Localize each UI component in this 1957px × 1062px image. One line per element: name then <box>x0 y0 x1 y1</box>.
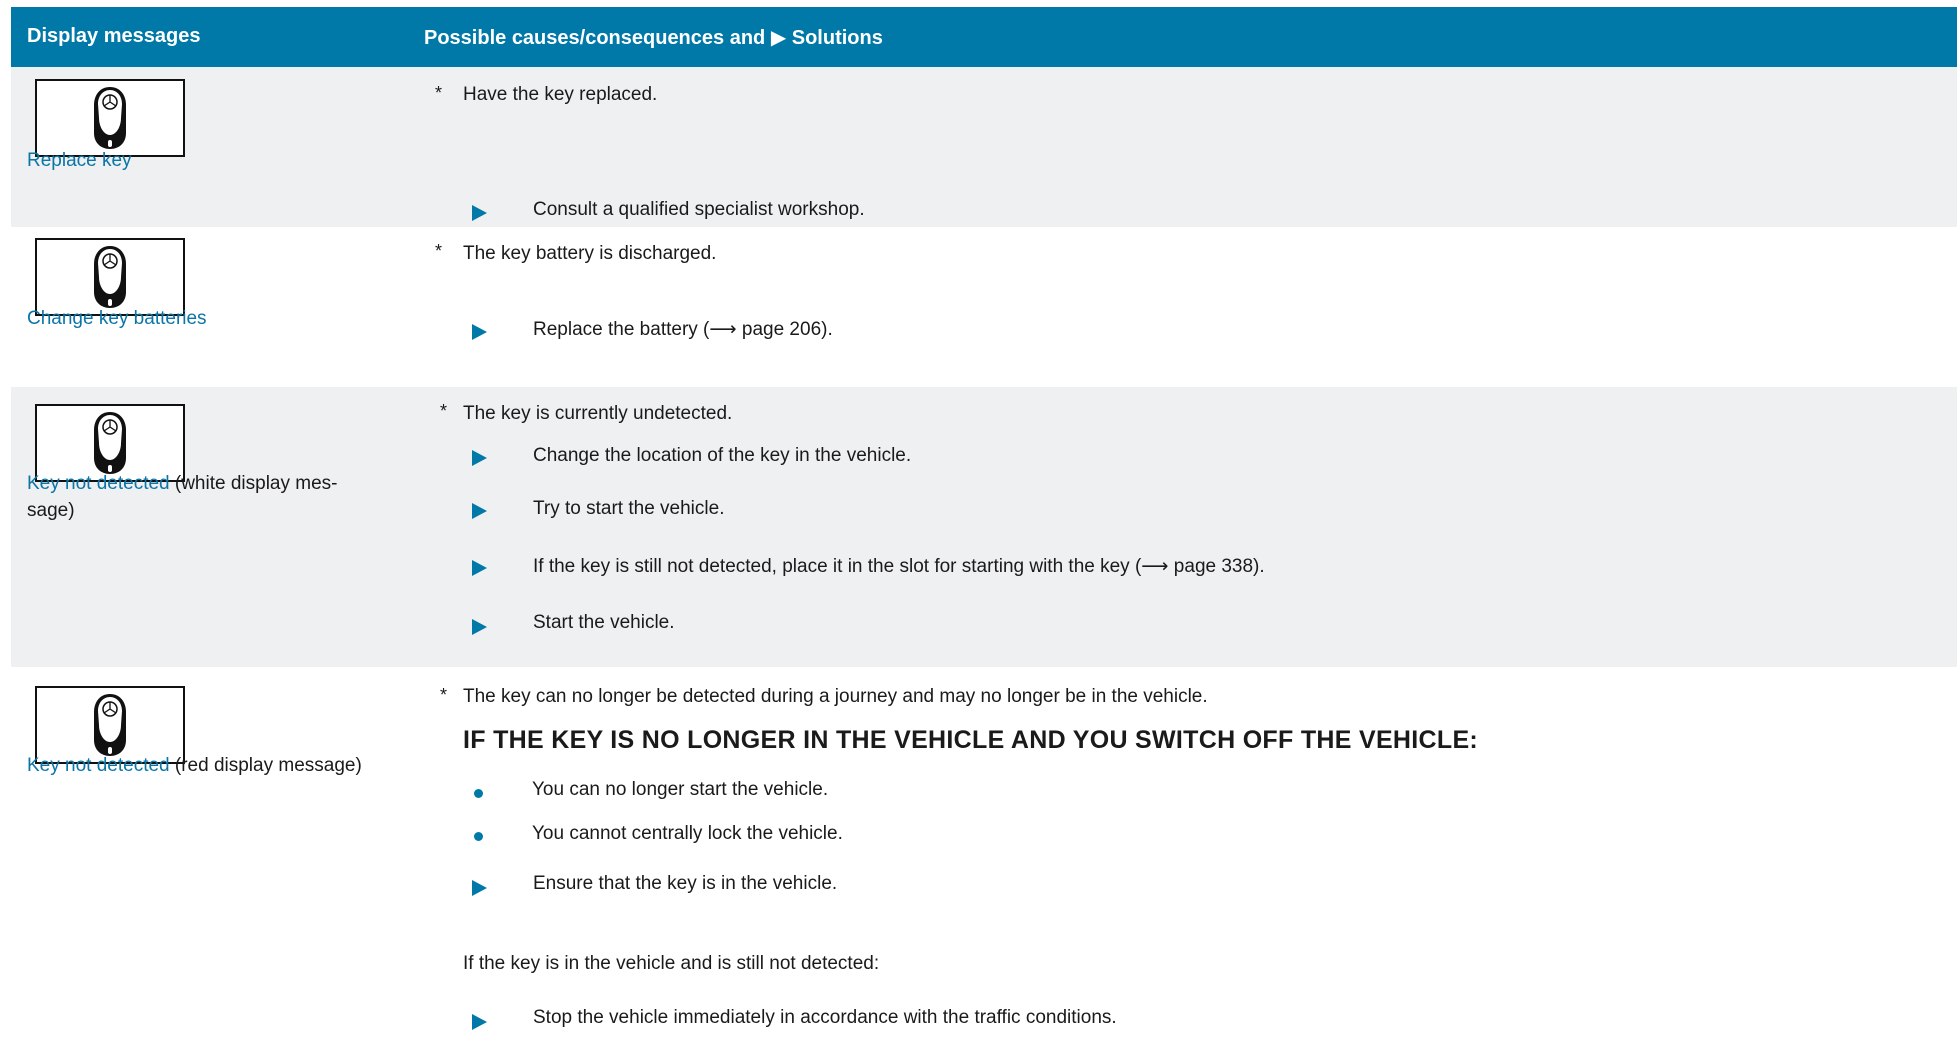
asterisk-marker: * <box>440 685 448 705</box>
note-text: If the key is in the vehicle and is stil… <box>463 953 880 974</box>
solution-text: Ensure that the key is in the vehicle. <box>533 873 838 894</box>
message-label: Key not detected (white display mes- sag… <box>27 470 387 524</box>
solution-text: Try to start the vehicle. <box>533 498 725 519</box>
triangle-right-icon <box>472 503 487 519</box>
triangle-right-icon <box>472 619 487 635</box>
car-key-icon <box>94 87 126 149</box>
car-key-icon <box>94 694 126 756</box>
message-label: Change key batteries <box>27 305 207 332</box>
solution-text: Stop the vehicle immediately in accordan… <box>533 1007 1117 1028</box>
consequence-text: You cannot centrally lock the vehicle. <box>532 823 843 844</box>
message-qualifier-cont: sage) <box>27 500 75 521</box>
consequence-text: You can no longer start the vehicle. <box>532 779 829 800</box>
car-key-icon <box>94 246 126 308</box>
table-row: Key not detected (white display mes- sag… <box>11 387 1957 667</box>
header-causes-solutions: Possible causes/consequences and ▶ Solut… <box>424 27 883 49</box>
solution-text: Replace the battery (⟶ page 206). <box>533 319 833 340</box>
display-icon-frame <box>35 79 185 157</box>
cause-text: The key is currently undetected. <box>463 403 733 424</box>
solution-text: Start the vehicle. <box>533 612 675 633</box>
car-key-icon <box>94 412 126 474</box>
message-qualifier: (white display mes- <box>169 473 338 494</box>
asterisk-marker: * <box>440 401 448 421</box>
warning-heading: IF THE KEY IS NO LONGER IN THE VEHICLE A… <box>463 726 1479 754</box>
table-row: Replace key * Have the key replaced. Con… <box>11 67 1957 227</box>
cause-text: The key battery is discharged. <box>463 243 717 264</box>
bullet-marker <box>474 832 483 841</box>
solution-text: If the key is still not detected, place … <box>533 556 1265 577</box>
display-messages-table: Display messages Possible causes/consequ… <box>11 7 1957 1062</box>
triangle-right-icon <box>472 880 487 896</box>
solution-text: Change the location of the key in the ve… <box>533 445 912 466</box>
bullet-marker <box>474 789 483 798</box>
message-qualifier: (red display message) <box>169 755 362 776</box>
cause-text: Have the key replaced. <box>463 84 658 105</box>
triangle-right-icon <box>472 1014 487 1030</box>
triangle-right-icon <box>472 560 487 576</box>
cause-text: The key can no longer be detected during… <box>463 686 1208 707</box>
solution-text: Consult a qualified specialist workshop. <box>533 199 865 220</box>
message-link[interactable]: Key not detected <box>27 473 170 494</box>
message-link[interactable]: Change key batteries <box>27 308 207 329</box>
message-link[interactable]: Key not detected <box>27 755 170 776</box>
triangle-right-icon <box>472 450 487 466</box>
table-row: Key not detected (red display message) *… <box>11 667 1957 1062</box>
message-label: Replace key <box>27 147 132 174</box>
message-link[interactable]: Replace key <box>27 150 132 171</box>
message-label: Key not detected (red display message) <box>27 752 407 779</box>
header-display-messages: Display messages <box>27 25 201 47</box>
asterisk-marker: * <box>435 83 443 103</box>
table-header: Display messages Possible causes/consequ… <box>11 7 1957 67</box>
table-row: Change key batteries * The key battery i… <box>11 227 1957 387</box>
triangle-right-icon <box>472 324 487 340</box>
triangle-right-icon <box>472 205 487 221</box>
asterisk-marker: * <box>435 241 443 261</box>
